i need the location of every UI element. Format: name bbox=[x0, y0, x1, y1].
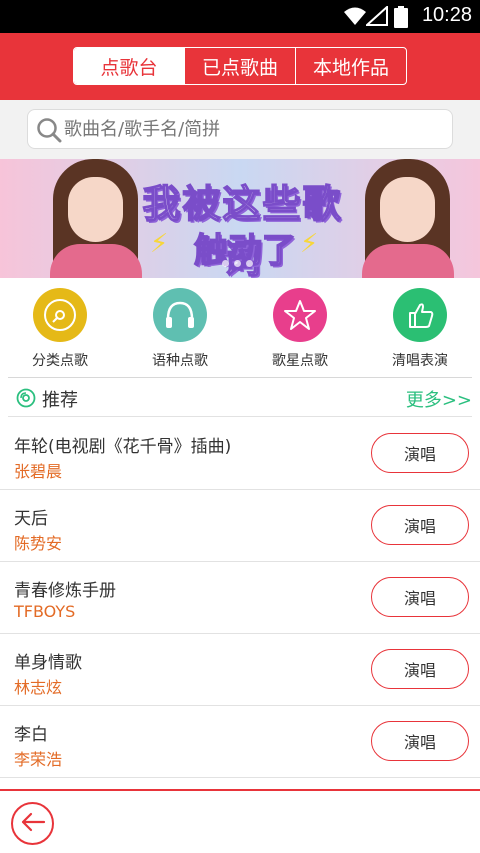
headphones-icon bbox=[153, 288, 207, 342]
tab-bar: 点歌台 已点歌曲 本地作品 bbox=[73, 47, 407, 85]
song-artist: 李荣浩 bbox=[14, 750, 63, 769]
recommend-header: 推荐 更多>> bbox=[8, 377, 472, 417]
sing-button[interactable]: 演唱 bbox=[371, 433, 469, 473]
song-title: 李白 bbox=[14, 725, 48, 745]
lightning-icon: ⚡ bbox=[300, 229, 319, 259]
wifi-icon bbox=[344, 6, 366, 30]
category-label: 分类点歌 bbox=[32, 353, 88, 369]
more-link[interactable]: 更多>> bbox=[406, 386, 472, 412]
search-box[interactable] bbox=[27, 109, 453, 149]
category-shortcuts: 分类点歌 语种点歌 歌星点歌 清唱表演 bbox=[0, 278, 480, 376]
sing-button[interactable]: 演唱 bbox=[371, 721, 469, 761]
disc-icon bbox=[16, 388, 36, 412]
karaoke-screen: 10:28 点歌台 已点歌曲 本地作品 我被这些歌词 触动了 ⚡ ⚡ bbox=[0, 0, 480, 853]
carousel-dot bbox=[234, 260, 241, 267]
category-label: 歌星点歌 bbox=[272, 353, 328, 369]
category-label: 清唱表演 bbox=[392, 353, 448, 369]
section-title: 推荐 bbox=[42, 390, 78, 411]
song-title: 天后 bbox=[14, 509, 48, 529]
song-row[interactable]: 天后 陈势安 演唱 bbox=[0, 490, 480, 562]
carousel-dot bbox=[222, 260, 229, 267]
search-icon bbox=[36, 117, 62, 147]
app-header: 点歌台 已点歌曲 本地作品 bbox=[0, 33, 480, 100]
sing-button[interactable]: 演唱 bbox=[371, 577, 469, 617]
search-bar bbox=[0, 100, 480, 159]
tab-song-request[interactable]: 点歌台 bbox=[74, 48, 185, 84]
song-title: 年轮(电视剧《花千骨》插曲) bbox=[14, 437, 232, 457]
battery-icon bbox=[394, 6, 408, 32]
tab-local-works[interactable]: 本地作品 bbox=[296, 48, 406, 84]
sing-button[interactable]: 演唱 bbox=[371, 505, 469, 545]
song-row[interactable]: 青春修炼手册 TFBOYS 演唱 bbox=[0, 562, 480, 634]
lightning-icon: ⚡ bbox=[150, 229, 169, 259]
song-title: 单身情歌 bbox=[14, 653, 82, 673]
song-artist: 张碧晨 bbox=[14, 462, 63, 481]
category-acapella[interactable]: 清唱表演 bbox=[360, 288, 480, 373]
sing-button[interactable]: 演唱 bbox=[371, 649, 469, 689]
carousel-dot bbox=[246, 260, 253, 267]
category-by-language[interactable]: 语种点歌 bbox=[120, 288, 240, 373]
disc-icon bbox=[33, 288, 87, 342]
promo-banner[interactable]: 我被这些歌词 触动了 ⚡ ⚡ bbox=[0, 159, 480, 278]
search-input[interactable] bbox=[64, 114, 444, 144]
song-artist: 林志炫 bbox=[14, 678, 63, 697]
song-artist: 陈势安 bbox=[14, 534, 63, 553]
category-by-singer[interactable]: 歌星点歌 bbox=[240, 288, 360, 373]
song-row[interactable]: 单身情歌 林志炫 演唱 bbox=[0, 634, 480, 706]
song-row[interactable]: 年轮(电视剧《花千骨》插曲) 张碧晨 演唱 bbox=[0, 418, 480, 490]
tab-requested-songs[interactable]: 已点歌曲 bbox=[185, 48, 296, 84]
song-title: 青春修炼手册 bbox=[14, 581, 116, 601]
category-by-type[interactable]: 分类点歌 bbox=[0, 288, 120, 373]
back-button[interactable] bbox=[11, 802, 54, 845]
bottom-bar bbox=[0, 789, 480, 853]
song-artist: TFBOYS bbox=[14, 602, 76, 621]
star-icon bbox=[273, 288, 327, 342]
thumbs-up-icon bbox=[393, 288, 447, 342]
arrow-left-icon bbox=[20, 812, 46, 836]
banner-singer-right-image bbox=[350, 159, 465, 278]
category-label: 语种点歌 bbox=[152, 353, 208, 369]
status-bar: 10:28 bbox=[0, 0, 480, 33]
clock: 10:28 bbox=[421, 4, 472, 26]
song-row[interactable]: 李白 李荣浩 演唱 bbox=[0, 706, 480, 778]
signal-icon bbox=[364, 4, 388, 30]
